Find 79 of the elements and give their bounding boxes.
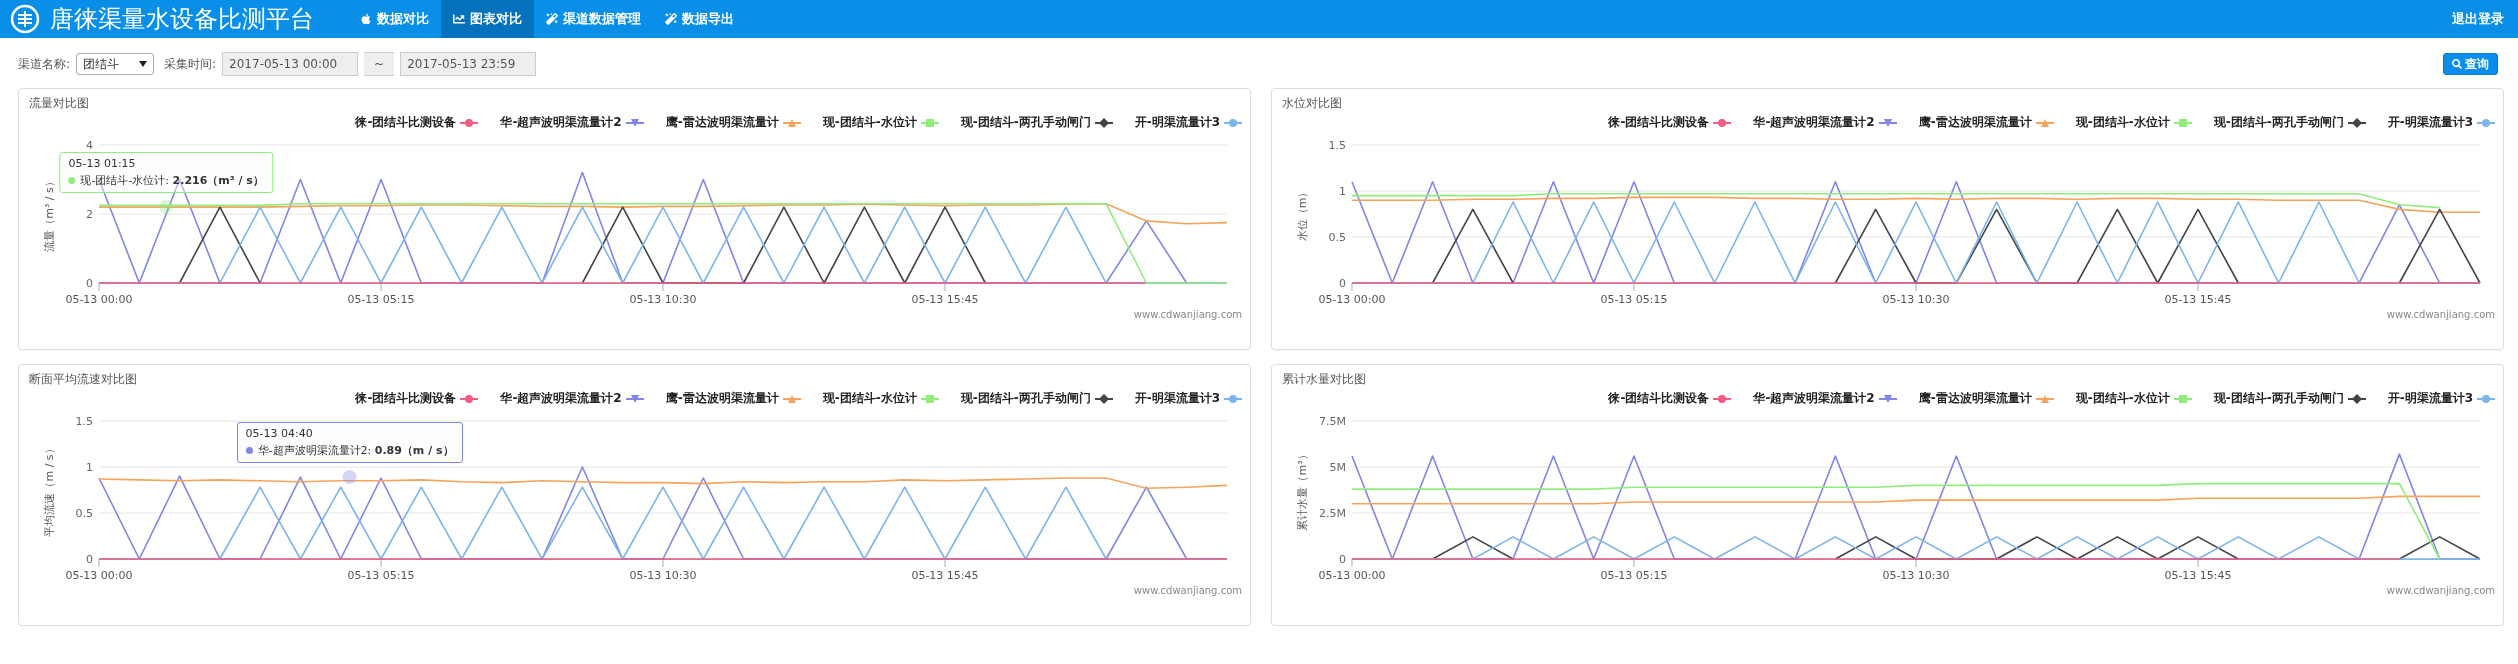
chart-title: 累计水量对比图 bbox=[1282, 371, 1366, 388]
axis-label: 1 bbox=[1339, 185, 1346, 198]
legend-item[interactable]: 现-团结斗-水位计 bbox=[822, 114, 939, 131]
axis-label: 0 bbox=[86, 553, 93, 566]
axis-label: 5M bbox=[1329, 461, 1346, 474]
axis-label: 0.5 bbox=[75, 507, 93, 520]
axis-title: 流量（m³ / s） bbox=[43, 176, 56, 252]
range-separator: ~ bbox=[364, 52, 395, 76]
legend-item[interactable]: 开-明渠流量计3 bbox=[1134, 390, 1242, 407]
legend-item[interactable]: 华-超声波明渠流量计2 bbox=[1753, 114, 1897, 131]
credits-text: www.cdwanjiang.com bbox=[1133, 585, 1242, 596]
axis-label: 05-13 10:30 bbox=[629, 293, 697, 306]
chart-title: 水位对比图 bbox=[1282, 95, 1342, 112]
legend-item[interactable]: 徕-团结斗比测设备 bbox=[1608, 114, 1732, 131]
axis-title: 累计水量（m³） bbox=[1296, 449, 1309, 531]
axis-title: 平均流速（m / s） bbox=[43, 443, 56, 537]
axis-label: 7.5M bbox=[1319, 415, 1346, 428]
legend-item[interactable]: 开-明渠流量计3 bbox=[2387, 390, 2495, 407]
axis-label: 05-13 15:45 bbox=[911, 569, 979, 582]
axis-label: 05-13 15:45 bbox=[2164, 569, 2232, 582]
legend-item[interactable]: 现-团结斗-水位计 bbox=[822, 390, 939, 407]
axis-title: 水位（m） bbox=[1296, 186, 1309, 242]
field-label: 渠道名称: bbox=[18, 55, 71, 73]
date-input[interactable]: 2017-05-13 00:00 bbox=[222, 52, 359, 76]
axis-label: 05-13 00:00 bbox=[1318, 293, 1386, 306]
legend-item[interactable]: 鹰-雷达波明渠流量计 bbox=[665, 390, 801, 407]
axis-label: 05-13 05:15 bbox=[347, 293, 415, 306]
legend-item[interactable]: 鹰-雷达波明渠流量计 bbox=[665, 114, 801, 131]
tooltip-time: 05-13 01:15 bbox=[68, 156, 137, 170]
axis-label: 2 bbox=[86, 208, 93, 221]
legend-item[interactable]: 现-团结斗-两孔手动闸门 bbox=[2213, 390, 2366, 407]
legend-item[interactable]: 鹰-雷达波明渠流量计 bbox=[1918, 390, 2054, 407]
legend-item[interactable]: 现-团结斗-水位计 bbox=[2075, 114, 2192, 131]
legend-item[interactable]: 华-超声波明渠流量计2 bbox=[500, 114, 644, 131]
chart-title: 断面平均流速对比图 bbox=[29, 371, 137, 388]
axis-label: 0 bbox=[1339, 553, 1346, 566]
axis-label: 05-13 00:00 bbox=[1318, 569, 1386, 582]
credits-text: www.cdwanjiang.com bbox=[1133, 309, 1242, 320]
axis-label: 1 bbox=[86, 461, 93, 474]
legend-item[interactable]: 徕-团结斗比测设备 bbox=[1608, 390, 1732, 407]
date-input[interactable]: 2017-05-13 23:59 bbox=[400, 52, 537, 76]
app-title: 唐徕渠量水设备比测平台 bbox=[50, 4, 314, 35]
legend-item[interactable]: 徕-团结斗比测设备 bbox=[355, 114, 479, 131]
legend-item[interactable]: 开-明渠流量计3 bbox=[1134, 114, 1242, 131]
legend-item[interactable]: 现-团结斗-两孔手动闸门 bbox=[2213, 114, 2366, 131]
axis-label: 2.5M bbox=[1319, 507, 1346, 520]
axis-label: 05-13 05:15 bbox=[1600, 293, 1668, 306]
nav-tab[interactable]: 图表对比 bbox=[441, 0, 534, 38]
legend-item[interactable]: 华-超声波明渠流量计2 bbox=[500, 390, 644, 407]
axis-label: 05-13 15:45 bbox=[911, 293, 979, 306]
legend-item[interactable]: 鹰-雷达波明渠流量计 bbox=[1918, 114, 2054, 131]
axis-label: 1.5 bbox=[75, 415, 93, 428]
axis-label: 05-13 10:30 bbox=[1882, 569, 1950, 582]
legend-item[interactable]: 华-超声波明渠流量计2 bbox=[1753, 390, 1897, 407]
legend-item[interactable]: 开-明渠流量计3 bbox=[2387, 114, 2495, 131]
chart-title: 流量对比图 bbox=[29, 95, 89, 112]
axis-label: 05-13 10:30 bbox=[1882, 293, 1950, 306]
legend-item[interactable]: 徕-团结斗比测设备 bbox=[355, 390, 479, 407]
axis-label: 4 bbox=[86, 139, 93, 152]
tooltip-text: 现-团结斗-水位计: 2.216（m³ / s） bbox=[80, 172, 264, 188]
axis-label: 05-13 15:45 bbox=[2164, 293, 2232, 306]
legend-item[interactable]: 现-团结斗-水位计 bbox=[2075, 390, 2192, 407]
credits-text: www.cdwanjiang.com bbox=[2386, 309, 2495, 320]
credits-text: www.cdwanjiang.com bbox=[2386, 585, 2495, 596]
field-label: 采集时间: bbox=[164, 55, 217, 73]
axis-label: 0.5 bbox=[1328, 231, 1346, 244]
axis-label: 0 bbox=[86, 277, 93, 290]
axis-label: 0 bbox=[1339, 277, 1346, 290]
axis-label: 05-13 05:15 bbox=[347, 569, 415, 582]
axis-label: 05-13 00:00 bbox=[65, 569, 133, 582]
tooltip-time: 05-13 04:40 bbox=[245, 427, 314, 441]
axis-label: 05-13 00:00 bbox=[65, 293, 133, 306]
axis-label: 05-13 05:15 bbox=[1600, 569, 1668, 582]
legend-item[interactable]: 现-团结斗-两孔手动闸门 bbox=[960, 114, 1113, 131]
axis-label: 05-13 10:30 bbox=[629, 569, 697, 582]
legend-item[interactable]: 现-团结斗-两孔手动闸门 bbox=[960, 390, 1113, 407]
tooltip-text: 华-超声波明渠流量计2: 0.89（m / s） bbox=[257, 443, 454, 459]
channel-select[interactable]: 团结斗 bbox=[76, 53, 155, 75]
axis-label: 1.5 bbox=[1328, 139, 1346, 152]
